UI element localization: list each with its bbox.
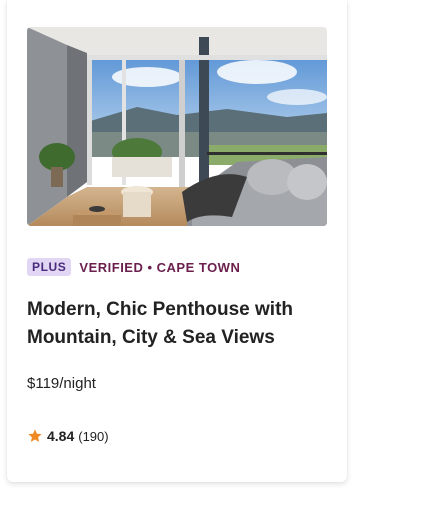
rating-score: 4.84 [47,428,75,444]
verified-location: VERIFIED • CAPE TOWN [79,259,241,275]
listing-photo[interactable] [27,27,327,226]
listing-rating: 4.84 (190) [27,428,109,444]
review-count: (190) [78,428,109,444]
penthouse-interior-image [27,27,327,226]
plus-badge: PLUS [27,258,72,276]
listing-price: $119/night [27,375,96,392]
listing-meta-row: PLUS VERIFIED • CAPE TOWN [27,258,240,276]
listing-title[interactable]: Modern, Chic Penthouse with Mountain, Ci… [27,296,327,352]
star-icon [28,429,42,442]
listing-card[interactable]: PLUS VERIFIED • CAPE TOWN Modern, Chic P… [7,0,347,482]
